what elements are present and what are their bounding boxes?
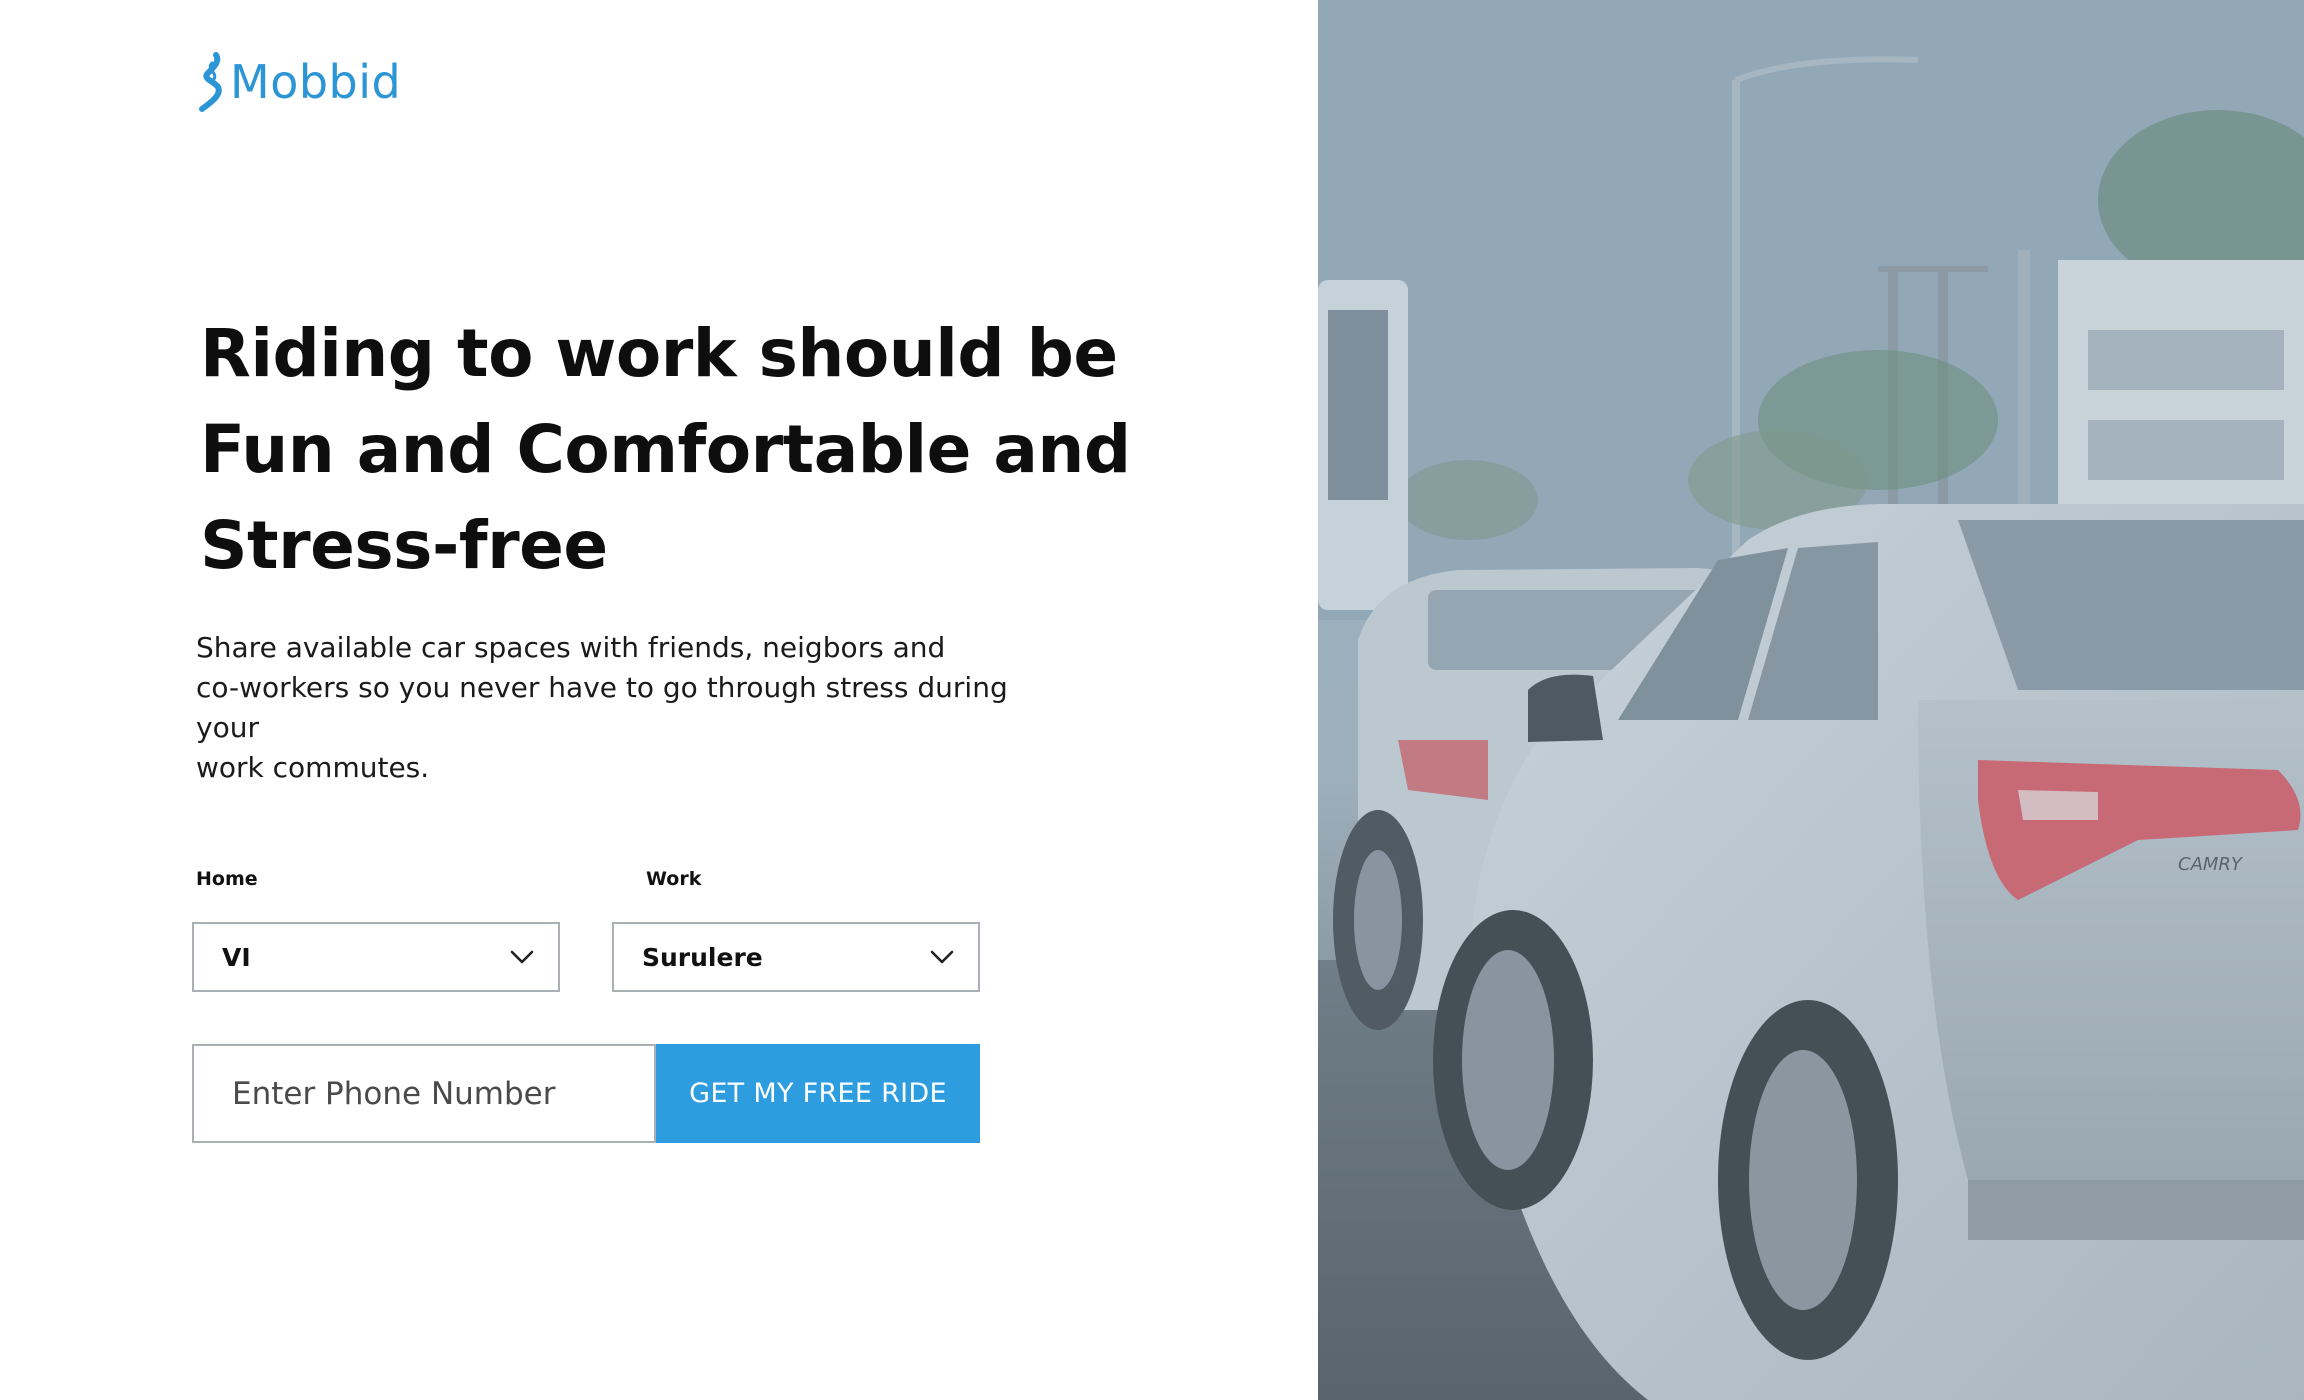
- brand-name: Mobbid: [230, 55, 402, 109]
- chevron-down-icon: [930, 950, 954, 964]
- subtext-line-1: Share available car spaces with friends,…: [196, 631, 946, 664]
- work-label: Work: [646, 868, 702, 890]
- work-select[interactable]: Surulere: [612, 922, 980, 992]
- home-select[interactable]: VI: [192, 922, 560, 992]
- subtext-line-2: co-workers so you never have to go throu…: [196, 671, 1008, 744]
- brand-logo[interactable]: Mobbid: [196, 50, 401, 114]
- hero-photo: CAMRY: [1318, 0, 2304, 1400]
- page-headline: Riding to work should be Fun and Comfort…: [200, 306, 1160, 594]
- logo-mark-icon: [199, 52, 222, 112]
- subtext-line-3: work commutes.: [196, 751, 430, 784]
- headline-line-1: Riding to work should be: [200, 315, 1118, 392]
- left-panel: Mobbid Riding to work should be Fun and …: [0, 0, 1318, 1400]
- home-select-value: VI: [222, 942, 251, 972]
- car-badge: CAMRY: [2178, 854, 2244, 875]
- page-subtext: Share available car spaces with friends,…: [196, 628, 1056, 788]
- traffic-photo: CAMRY: [1318, 0, 2304, 1400]
- home-label: Home: [196, 868, 258, 890]
- headline-line-3: Stress-free: [200, 507, 608, 584]
- work-select-value: Surulere: [642, 942, 763, 972]
- phone-number-input[interactable]: [192, 1044, 656, 1143]
- chevron-down-icon: [510, 950, 534, 964]
- get-free-ride-button[interactable]: GET MY FREE RIDE: [656, 1044, 980, 1143]
- headline-line-2: Fun and Comfortable and: [200, 411, 1131, 488]
